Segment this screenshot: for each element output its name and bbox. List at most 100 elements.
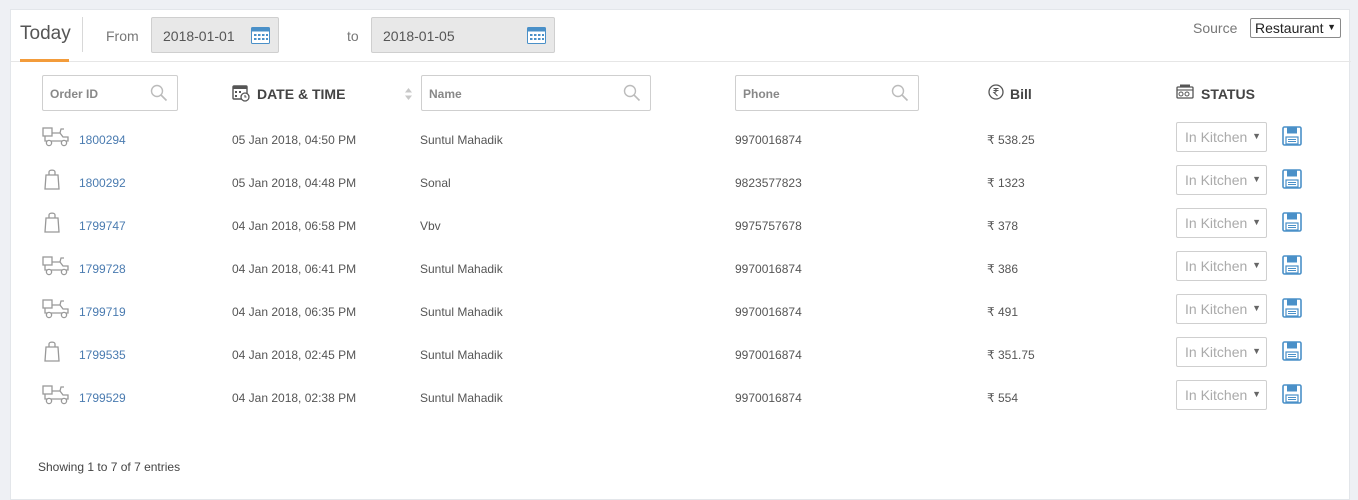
delivery-icon <box>41 382 71 406</box>
status-value: In Kitchen <box>1185 172 1248 188</box>
status-value: In Kitchen <box>1185 301 1248 317</box>
rupee-icon <box>988 84 1004 100</box>
top-bar: Today From 2018-01-01 to 2018-01-05 Sour… <box>11 10 1351 62</box>
source-select[interactable]: Restaurant ▼ <box>1250 18 1341 38</box>
name-filter[interactable]: Name <box>421 75 651 111</box>
caret-down-icon: ▼ <box>1249 303 1261 313</box>
status-select[interactable]: In Kitchen ▼ <box>1176 337 1267 367</box>
status-select[interactable]: In Kitchen ▼ <box>1176 251 1267 281</box>
order-id-link[interactable]: 1800294 <box>79 133 126 147</box>
status-select[interactable]: In Kitchen ▼ <box>1176 294 1267 324</box>
caret-down-icon: ▼ <box>1249 346 1261 356</box>
customer-phone: 9970016874 <box>735 133 802 147</box>
divider <box>82 17 83 52</box>
phone-placeholder: Phone <box>743 87 780 101</box>
save-icon[interactable] <box>1282 212 1302 232</box>
order-id-link[interactable]: 1799535 <box>79 348 126 362</box>
save-icon[interactable] <box>1282 341 1302 361</box>
status-select[interactable]: In Kitchen ▼ <box>1176 122 1267 152</box>
order-date-time: 04 Jan 2018, 06:58 PM <box>232 219 357 233</box>
bag-icon <box>41 339 71 363</box>
save-icon[interactable] <box>1282 384 1302 404</box>
tab-active-indicator <box>20 59 69 62</box>
status-select[interactable]: In Kitchen ▼ <box>1176 165 1267 195</box>
status-select[interactable]: In Kitchen ▼ <box>1176 208 1267 238</box>
customer-phone: 9975757678 <box>735 219 802 233</box>
bill-amount: ₹ 554 <box>987 391 1018 405</box>
tab-today[interactable]: Today <box>20 23 71 56</box>
save-icon[interactable] <box>1282 255 1302 275</box>
table-row: 1799728 04 Jan 2018, 06:41 PM Suntul Mahad… <box>11 247 1351 290</box>
order-id-filter[interactable]: Order ID <box>42 75 178 111</box>
order-date-time: 05 Jan 2018, 04:48 PM <box>232 176 357 190</box>
save-icon[interactable] <box>1282 298 1302 318</box>
customer-name: Suntul Mahadik <box>420 348 503 362</box>
customer-name: Suntul Mahadik <box>420 305 503 319</box>
order-id-link[interactable]: 1799747 <box>79 219 126 233</box>
order-date-time: 04 Jan 2018, 02:45 PM <box>232 348 357 362</box>
search-icon <box>891 84 909 102</box>
source-label: Source <box>1193 20 1238 36</box>
column-header-date-time: DATE & TIME <box>257 86 346 102</box>
order-date-time: 04 Jan 2018, 06:41 PM <box>232 262 357 276</box>
source-value: Restaurant <box>1255 20 1324 36</box>
to-date-value: 2018-01-05 <box>383 28 455 44</box>
status-value: In Kitchen <box>1185 129 1248 145</box>
caret-down-icon: ▼ <box>1249 217 1261 227</box>
status-select[interactable]: In Kitchen ▼ <box>1176 380 1267 410</box>
bag-icon <box>41 167 71 191</box>
sort-icon[interactable] <box>404 87 413 101</box>
bill-amount: ₹ 386 <box>987 262 1018 276</box>
table-row: 1799747 04 Jan 2018, 06:58 PM Vbv 997575767… <box>11 204 1351 247</box>
name-placeholder: Name <box>429 87 462 101</box>
bill-amount: ₹ 351.75 <box>987 348 1035 362</box>
table-row: 1800292 05 Jan 2018, 04:48 PM Sonal 9823577… <box>11 161 1351 204</box>
table-row: 1799719 04 Jan 2018, 06:35 PM Suntul Mahad… <box>11 290 1351 333</box>
delivery-icon <box>41 296 71 320</box>
caret-down-icon: ▼ <box>1249 260 1261 270</box>
order-id-link[interactable]: 1800292 <box>79 176 126 190</box>
customer-phone: 9970016874 <box>735 305 802 319</box>
bag-icon <box>41 210 71 234</box>
customer-phone: 9970016874 <box>735 348 802 362</box>
calendar-icon[interactable] <box>251 26 270 44</box>
order-id-link[interactable]: 1799529 <box>79 391 126 405</box>
to-label: to <box>347 28 359 44</box>
customer-name: Suntul Mahadik <box>420 133 503 147</box>
table-info: Showing 1 to 7 of 7 entries <box>38 460 181 474</box>
status-value: In Kitchen <box>1185 258 1248 274</box>
status-value: In Kitchen <box>1185 215 1248 231</box>
bill-amount: ₹ 491 <box>987 305 1018 319</box>
phone-filter[interactable]: Phone <box>735 75 919 111</box>
bill-amount: ₹ 538.25 <box>987 133 1035 147</box>
customer-name: Vbv <box>420 219 441 233</box>
customer-phone: 9823577823 <box>735 176 802 190</box>
customer-name: Sonal <box>420 176 451 190</box>
kitchen-status-icon <box>1176 84 1194 99</box>
delivery-icon <box>41 124 71 148</box>
save-icon[interactable] <box>1282 126 1302 146</box>
status-value: In Kitchen <box>1185 344 1248 360</box>
status-value: In Kitchen <box>1185 387 1248 403</box>
save-icon[interactable] <box>1282 169 1302 189</box>
search-icon <box>623 84 641 102</box>
to-date-field[interactable]: 2018-01-05 <box>371 17 555 53</box>
orders-panel: Today From 2018-01-01 to 2018-01-05 Sour… <box>10 9 1351 500</box>
caret-down-icon: ▼ <box>1327 22 1336 32</box>
from-date-field[interactable]: 2018-01-01 <box>151 17 279 53</box>
calendar-clock-icon <box>232 85 250 102</box>
from-date-value: 2018-01-01 <box>163 28 235 44</box>
column-header-bill: Bill <box>1010 86 1032 102</box>
customer-name: Suntul Mahadik <box>420 391 503 405</box>
order-id-link[interactable]: 1799719 <box>79 305 126 319</box>
table-row: 1799529 04 Jan 2018, 02:38 PM Suntul Mahad… <box>11 376 1351 419</box>
order-date-time: 04 Jan 2018, 06:35 PM <box>232 305 357 319</box>
customer-name: Suntul Mahadik <box>420 262 503 276</box>
table-row: 1799535 04 Jan 2018, 02:45 PM Suntul Mahad… <box>11 333 1351 376</box>
customer-phone: 9970016874 <box>735 391 802 405</box>
from-label: From <box>106 28 139 44</box>
calendar-icon[interactable] <box>527 26 546 44</box>
caret-down-icon: ▼ <box>1249 131 1261 141</box>
column-header-status: STATUS <box>1201 86 1255 102</box>
order-id-link[interactable]: 1799728 <box>79 262 126 276</box>
